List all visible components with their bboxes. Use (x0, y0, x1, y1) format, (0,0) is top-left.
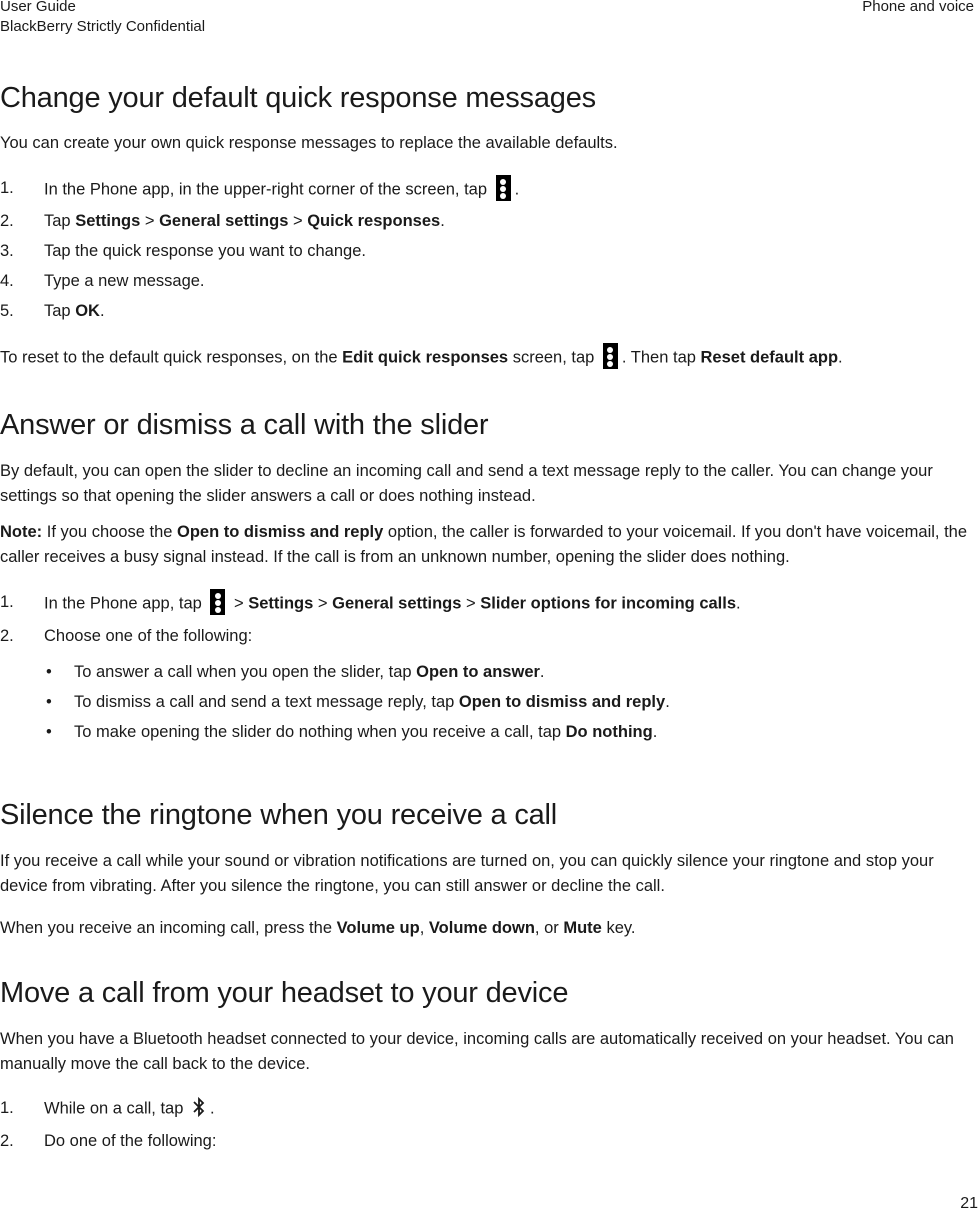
ui-term: OK (75, 302, 100, 320)
more-menu-icon (602, 343, 618, 369)
ui-term: Settings (248, 594, 314, 613)
confidentiality-label: BlackBerry Strictly Confidential (0, 18, 206, 35)
ui-term: Do nothing (565, 723, 653, 741)
note-label: Note: (0, 523, 43, 541)
ui-term: Open to dismiss and reply (177, 523, 384, 541)
doc-title: User Guide (0, 0, 76, 15)
ui-term: Edit quick responses (342, 348, 509, 367)
running-header-chapter: Phone and voice (862, 0, 974, 15)
bullet-icon: • (46, 663, 52, 681)
more-menu-icon (495, 175, 511, 201)
section-title-silence-ringtone: Silence the ringtone when you receive a … (0, 799, 558, 831)
section-intro: If you receive a call while your sound o… (0, 852, 934, 895)
section-title-slider: Answer or dismiss a call with the slider (0, 409, 489, 441)
more-menu-icon (210, 589, 226, 615)
ui-term: Open to answer (416, 663, 540, 681)
bullet-icon: • (46, 693, 52, 711)
ui-term: Volume down (428, 919, 535, 937)
ui-term: Slider options for incoming calls (480, 594, 737, 613)
keys-paragraph: When you receive an incoming call, press… (0, 919, 636, 937)
bullet-icon: • (46, 723, 52, 741)
section-intro: When you have a Bluetooth headset connec… (0, 1030, 954, 1073)
ui-term: Mute (563, 919, 602, 937)
section-title-quick-responses: Change your default quick response messa… (0, 82, 596, 114)
reset-paragraph: To reset to the default quick responses,… (0, 343, 975, 371)
ui-term: Open to dismiss and reply (458, 693, 666, 711)
ui-term: Quick responses (307, 212, 441, 230)
section-intro: By default, you can open the slider to d… (0, 462, 933, 505)
section-title-move-call: Move a call from your headset to your de… (0, 977, 569, 1009)
ui-term: Volume up (336, 919, 420, 937)
ui-term: General settings (159, 212, 289, 230)
running-header-left: User Guide BlackBerry Strictly Confident… (0, 0, 205, 37)
step-number: 1. (0, 179, 14, 197)
ui-term: Settings (75, 212, 141, 230)
ui-term: General settings (332, 594, 462, 613)
section-intro: You can create your own quick response m… (0, 134, 618, 152)
note-paragraph: Note: If you choose the Open to dismiss … (0, 523, 968, 566)
ui-term: Reset default app (700, 348, 839, 367)
page-number: 21 (960, 1195, 978, 1212)
bluetooth-icon (193, 1096, 205, 1118)
